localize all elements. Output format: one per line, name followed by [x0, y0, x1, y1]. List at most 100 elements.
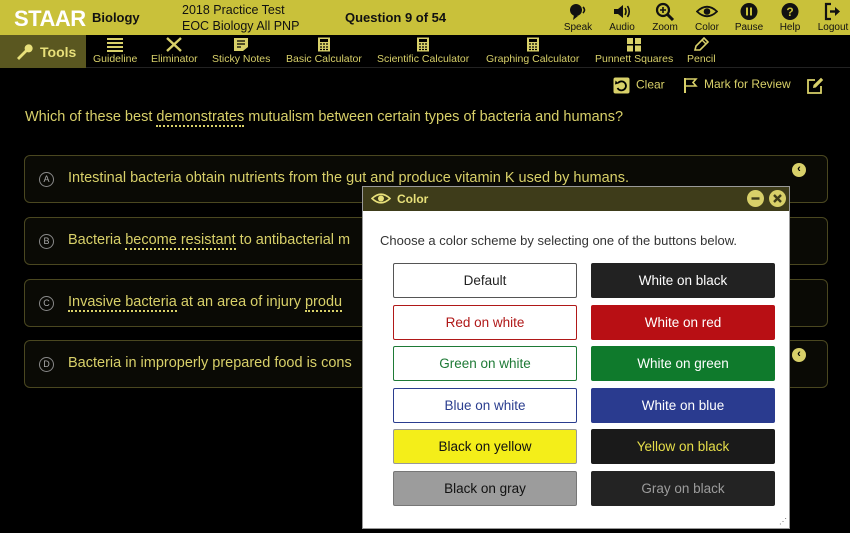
minimize-icon — [751, 197, 760, 200]
pause-button[interactable]: Pause — [727, 1, 771, 35]
eliminator-label: Eliminator — [151, 53, 198, 65]
guideline-button[interactable]: Guideline — [93, 37, 137, 65]
edit-icon — [807, 77, 824, 94]
tools-label: Tools — [40, 44, 77, 60]
color-dialog-title: Color — [397, 192, 429, 206]
scheme-button-white-on-green[interactable]: White on green — [591, 346, 775, 382]
grid-icon — [627, 38, 642, 52]
scheme-button-default[interactable]: Default — [393, 263, 577, 298]
eye-icon — [696, 5, 718, 18]
chevron-left-icon[interactable]: ‹ — [792, 348, 806, 362]
color-dialog: Color Choose a color scheme by selecting… — [362, 186, 790, 529]
eliminator-icon — [166, 37, 183, 52]
guideline-icon — [107, 38, 124, 52]
staar-logo: STAAR — [14, 6, 86, 31]
eye-icon — [371, 193, 391, 204]
pause-label: Pause — [734, 22, 764, 33]
audio-icon — [614, 5, 631, 18]
logout-label: Logout — [817, 22, 849, 33]
scheme-button-yellow-on-black[interactable]: Yellow on black — [591, 429, 775, 465]
edit-notes-button[interactable] — [806, 77, 830, 95]
question-counter: Question 9 of 54 — [345, 10, 447, 25]
pencil-label: Pencil — [687, 53, 716, 65]
clear-label: Clear — [636, 77, 665, 92]
help-button[interactable]: ? Help — [768, 1, 812, 35]
option-b-text-end: to antibacterial m — [235, 232, 351, 248]
tools-toolbar: Tools Guideline Eliminator Sticky Notes … — [0, 35, 850, 68]
question-term-demonstrates[interactable]: demonstrates — [156, 109, 245, 127]
scheme-button-red-on-white[interactable]: Red on white — [393, 304, 577, 340]
punnett-squares-button[interactable]: Punnett Squares — [595, 37, 673, 65]
zoom-icon — [655, 2, 675, 21]
scheme-button-white-on-black[interactable]: White on black — [591, 263, 775, 298]
graphing-calculator-label: Graphing Calculator — [486, 53, 580, 65]
scheme-button-black-on-yellow[interactable]: Black on yellow — [393, 429, 577, 465]
color-dialog-titlebar[interactable]: Color — [363, 187, 789, 211]
clear-button[interactable]: Clear — [613, 77, 665, 94]
option-c-text-mid: at an area of injury — [176, 294, 305, 310]
option-text-c: Invasive bacteria at an area of injury p… — [68, 294, 343, 312]
basic-calculator-label: Basic Calculator — [286, 53, 362, 65]
option-text-b: Bacteria become resistant to antibacteri… — [68, 232, 351, 250]
punnett-squares-label: Punnett Squares — [595, 53, 674, 65]
scheme-button-blue-on-white[interactable]: Blue on white — [393, 387, 577, 423]
zoom-button[interactable]: Zoom — [643, 1, 687, 35]
pause-icon — [740, 3, 758, 20]
graphing-calculator-button[interactable]: Graphing Calculator — [486, 37, 579, 65]
sticky-notes-button[interactable]: Sticky Notes — [212, 37, 270, 65]
test-name-line1: 2018 Practice Test — [182, 3, 285, 17]
scheme-button-white-on-blue[interactable]: White on blue — [591, 387, 775, 423]
calculator-icon — [317, 37, 330, 52]
scientific-calculator-button[interactable]: Scientific Calculator — [377, 37, 469, 65]
close-button[interactable] — [769, 190, 786, 207]
guideline-label: Guideline — [93, 53, 138, 65]
calculator-icon — [526, 37, 539, 52]
pencil-button[interactable]: Pencil — [687, 37, 716, 65]
logout-icon — [824, 2, 840, 21]
minimize-button[interactable] — [747, 190, 764, 207]
header-bar: STAAR Biology 2018 Practice Test EOC Bio… — [0, 0, 850, 35]
option-c-term-2[interactable]: produ — [304, 294, 343, 312]
test-name-line2: EOC Biology All PNP — [182, 19, 300, 33]
scheme-button-black-on-gray[interactable]: Black on gray — [393, 471, 577, 506]
resize-handle-icon[interactable]: ⋰ — [779, 517, 787, 526]
option-b-term[interactable]: become resistant — [125, 232, 236, 250]
speak-label: Speak — [563, 22, 593, 33]
scheme-button-gray-on-black[interactable]: Gray on black — [591, 471, 775, 506]
chevron-left-icon[interactable]: ‹ — [792, 163, 806, 177]
mark-for-review-label: Mark for Review — [704, 77, 791, 92]
eliminator-button[interactable]: Eliminator — [151, 37, 198, 65]
svg-text:?: ? — [786, 5, 793, 19]
option-b-text-start: Bacteria — [68, 232, 126, 248]
color-button[interactable]: Color — [685, 1, 729, 35]
scientific-calculator-label: Scientific Calculator — [377, 53, 470, 65]
undo-icon — [613, 77, 630, 94]
zoom-label: Zoom — [652, 22, 678, 33]
help-label: Help — [779, 22, 801, 33]
question-text-end: mutualism between certain types of bacte… — [244, 109, 624, 125]
option-text-a: Intestinal bacteria obtain nutrients fro… — [68, 170, 629, 186]
option-c-term-1[interactable]: Invasive bacteria — [68, 294, 177, 312]
flag-icon — [684, 78, 698, 93]
option-text-d: Bacteria in improperly prepared food is … — [68, 355, 352, 371]
audio-button[interactable]: Audio — [600, 1, 644, 35]
subject-label: Biology — [92, 10, 140, 25]
logout-button[interactable]: Logout — [811, 1, 850, 35]
test-name: 2018 Practice Test EOC Biology All PNP — [182, 2, 299, 34]
option-letter-d: D — [39, 357, 54, 372]
tools-button[interactable]: Tools — [0, 35, 86, 68]
mark-for-review-button[interactable]: Mark for Review — [683, 77, 791, 93]
wrench-icon — [17, 44, 33, 60]
sticky-notes-label: Sticky Notes — [212, 53, 271, 65]
color-dialog-prompt: Choose a color scheme by selecting one o… — [380, 233, 737, 248]
sticky-notes-icon — [234, 38, 249, 51]
color-label: Color — [695, 22, 719, 33]
question-text-start: Which of these best — [25, 109, 157, 125]
calculator-icon — [417, 37, 430, 52]
question-stem: Which of these best demonstrates mutuali… — [25, 109, 624, 127]
scheme-button-white-on-red[interactable]: White on red — [591, 304, 775, 340]
speak-button[interactable]: Speak — [556, 1, 600, 35]
pencil-icon — [694, 37, 710, 51]
scheme-button-green-on-white[interactable]: Green on white — [393, 346, 577, 382]
basic-calculator-button[interactable]: Basic Calculator — [286, 37, 362, 65]
